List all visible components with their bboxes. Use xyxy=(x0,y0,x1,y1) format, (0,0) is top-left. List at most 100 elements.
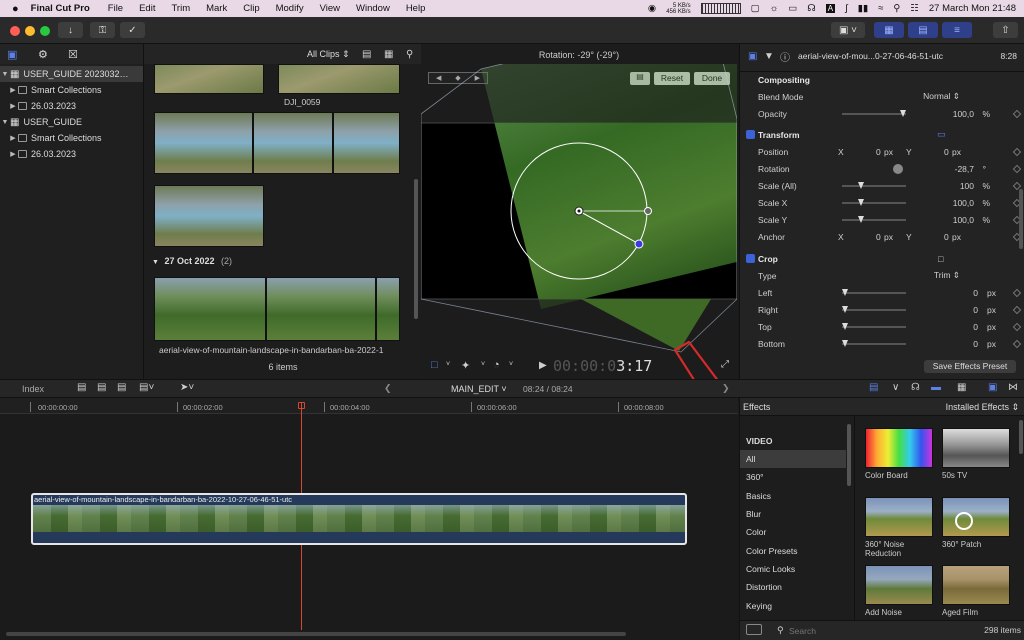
disclosure-open-icon[interactable]: ▼ xyxy=(0,71,10,78)
crop-right-value[interactable]: 0 xyxy=(973,305,978,315)
effects-search-input[interactable] xyxy=(789,624,939,637)
share-button[interactable]: ⇧ xyxy=(993,22,1018,38)
scale-y-value[interactable]: 100,0 xyxy=(953,215,974,225)
overwrite-clip-icon[interactable]: ▤˅ xyxy=(139,382,154,393)
effect-thumbnail-add-noise[interactable] xyxy=(865,565,933,605)
rotation-dial-icon[interactable] xyxy=(893,163,903,174)
crop-right-slider[interactable] xyxy=(842,306,906,313)
crop-left-value[interactable]: 0 xyxy=(973,288,978,298)
compositing-header[interactable]: Compositing xyxy=(740,71,1024,88)
info-icon[interactable]: ⓘ xyxy=(780,49,790,64)
brightness-icon[interactable]: ☼ xyxy=(770,3,779,14)
scale-all-value[interactable]: 100 xyxy=(960,181,974,191)
workspace-button[interactable]: ▣ ˅ xyxy=(831,22,865,38)
clipboard-icon[interactable]: ▢ xyxy=(751,3,760,14)
headphones-icon[interactable]: ☊ xyxy=(807,3,815,14)
rotation-value[interactable]: -28,7 xyxy=(955,164,974,174)
keywords-button[interactable]: ⚿ xyxy=(90,22,115,38)
text-input-icon[interactable]: A xyxy=(825,4,836,13)
zoom-window-button[interactable] xyxy=(40,26,50,36)
library-row[interactable]: ▶ 26.03.2023 xyxy=(0,146,143,162)
disclosure-closed-icon[interactable]: ▶ xyxy=(8,86,18,94)
effects-category[interactable]: Blur xyxy=(740,505,846,523)
effect-thumbnail-360-patch[interactable] xyxy=(942,497,1010,537)
display-icon[interactable]: ▭ xyxy=(788,3,797,14)
photos-audio-icon[interactable]: ⚙ xyxy=(38,48,48,61)
battery-icon[interactable]: ▮▮ xyxy=(858,3,868,14)
color-inspector-icon[interactable]: ▼ xyxy=(764,51,774,62)
clip-appearance-icon[interactable]: ▦ xyxy=(384,49,393,60)
play-button[interactable]: ▶ xyxy=(539,360,547,371)
insert-clip-icon[interactable]: ▤ xyxy=(97,382,106,393)
library-row[interactable]: ▶ 26.03.2023 xyxy=(0,98,143,114)
search-icon[interactable]: ⚲ xyxy=(893,3,900,14)
position-x-value[interactable]: 0 xyxy=(876,147,881,157)
library-row[interactable]: ▼ ▦ USER_GUIDE xyxy=(0,114,143,130)
transitions-browser-icon[interactable]: ⋈ xyxy=(1008,382,1018,393)
keyframe-icon[interactable] xyxy=(1012,147,1022,156)
effects-category[interactable]: Keying xyxy=(740,596,846,614)
blend-mode-popup[interactable]: Normal ⇕ xyxy=(923,91,960,102)
keyframe-icon[interactable] xyxy=(1012,288,1022,297)
timeline-clip[interactable]: aerial-view-of-mountain-landscape-in-ban… xyxy=(31,493,687,545)
app-menu[interactable]: Final Cut Pro xyxy=(31,3,90,14)
index-button[interactable]: Index xyxy=(22,384,44,394)
effects-category[interactable]: All xyxy=(740,450,846,469)
menu-clip[interactable]: Clip xyxy=(243,3,259,14)
snapping-icon[interactable]: ▬ xyxy=(931,382,941,393)
crop-top-value[interactable]: 0 xyxy=(973,322,978,332)
anchor-y-value[interactable]: 0 xyxy=(944,232,949,242)
disclosure-closed-icon[interactable]: ▶ xyxy=(8,102,18,110)
installed-effects-dropdown[interactable]: Installed Effects ⇕ xyxy=(946,402,1019,413)
library-row[interactable]: ▶ Smart Collections xyxy=(0,82,143,98)
timeline-ruler[interactable]: 00:00:00:00 00:00:02:00 00:00:04:00 00:0… xyxy=(0,398,738,414)
save-effects-preset-button[interactable]: Save Effects Preset xyxy=(924,360,1016,373)
speed-gauge-icon[interactable]: ◔ xyxy=(493,359,500,371)
project-name-dropdown[interactable]: MAIN_EDIT ˅ xyxy=(451,384,507,394)
search-icon[interactable]: ⚲ xyxy=(406,49,413,60)
background-tasks-button[interactable]: ✓ xyxy=(120,22,145,38)
transform-tool-icon[interactable]: □ xyxy=(431,359,438,371)
menu-window[interactable]: Window xyxy=(356,3,390,14)
filmstrip-view-icon[interactable]: ▤ xyxy=(362,49,371,60)
disclosure-open-icon[interactable]: ▼ xyxy=(152,259,159,266)
playhead-handle[interactable] xyxy=(298,402,305,409)
forward-arrow-icon[interactable]: ❯ xyxy=(722,383,730,394)
anchor-x-value[interactable]: 0 xyxy=(876,232,881,242)
clip-thumbnail[interactable] xyxy=(154,185,264,247)
effects-category[interactable]: Distortion xyxy=(740,578,846,596)
effects-category[interactable]: Color Presets xyxy=(740,541,846,559)
library-row[interactable]: ▶ Smart Collections xyxy=(0,130,143,146)
library-row[interactable]: ▼ ▦ USER_GUIDE 2023032… xyxy=(0,66,143,82)
opacity-slider[interactable] xyxy=(842,110,906,117)
crop-bottom-value[interactable]: 0 xyxy=(973,339,978,349)
audio-skimming-icon[interactable]: ∨ xyxy=(892,382,899,393)
clip-thumbnail[interactable] xyxy=(253,112,333,174)
keyframe-icon[interactable] xyxy=(1012,322,1022,331)
status-icon[interactable]: ◉ xyxy=(648,3,656,14)
effect-thumbnail-noise-reduction[interactable] xyxy=(865,497,933,537)
menu-file[interactable]: File xyxy=(108,3,123,14)
clip-appearance-icon[interactable]: ▦ xyxy=(957,382,966,393)
wifi-icon[interactable]: ≈ xyxy=(878,3,883,14)
timeline[interactable]: 00:00:00:00 00:00:02:00 00:00:04:00 00:0… xyxy=(0,398,738,640)
menu-trim[interactable]: Trim xyxy=(171,3,190,14)
clip-filter-dropdown[interactable]: All Clips ⇕ xyxy=(307,49,350,60)
transform-header[interactable]: Transform ▭ xyxy=(740,126,1024,143)
video-inspector-icon[interactable]: ▣ xyxy=(748,51,757,62)
close-window-button[interactable] xyxy=(10,26,20,36)
scale-y-slider[interactable] xyxy=(842,216,906,223)
date-group-header[interactable]: ▼ 27 Oct 2022 (2) xyxy=(152,256,232,266)
search-icon[interactable]: ⚲ xyxy=(777,625,784,636)
clip-thumbnail[interactable] xyxy=(266,277,376,341)
effect-thumbnail-aged-film[interactable] xyxy=(942,565,1010,605)
clip-thumbnail[interactable] xyxy=(154,64,264,94)
scale-x-slider[interactable] xyxy=(842,199,906,206)
position-y-value[interactable]: 0 xyxy=(944,147,949,157)
timecode-display[interactable]: 00:00:03:17 xyxy=(553,357,652,375)
clip-thumbnail[interactable] xyxy=(376,277,400,341)
keyframe-icon[interactable] xyxy=(1012,164,1022,173)
chevron-down-icon[interactable]: ˅ xyxy=(509,361,513,368)
chevron-down-icon[interactable]: ˅ xyxy=(481,361,485,368)
scale-x-value[interactable]: 100,0 xyxy=(953,198,974,208)
